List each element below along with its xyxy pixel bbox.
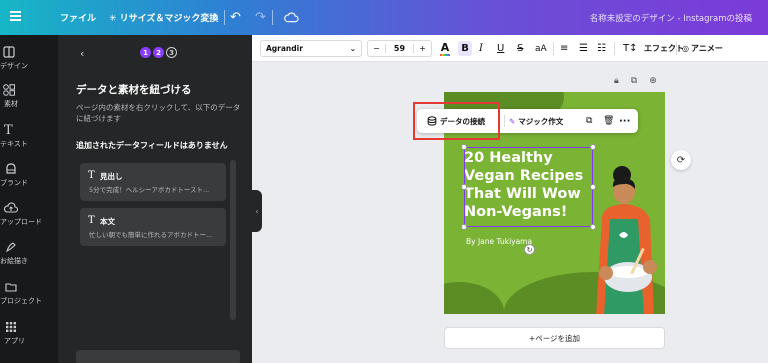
animate-label: アニメー — [690, 44, 723, 53]
layout-icon — [3, 46, 15, 58]
file-menu[interactable]: ファイル — [60, 0, 96, 35]
rail-item-brand[interactable]: ブランド — [0, 162, 58, 188]
resize-handle[interactable] — [461, 144, 467, 150]
chevron-down-icon: ⌄ — [349, 44, 356, 53]
animate-button[interactable]: ◎ アニメー — [682, 35, 723, 62]
rail-item-design[interactable]: デザイン — [0, 45, 58, 71]
resize-handle[interactable] — [590, 144, 596, 150]
decrease-size-button[interactable]: − — [368, 44, 385, 53]
list-icon[interactable]: ☰ — [579, 35, 588, 62]
rail-item-elements[interactable]: 素材 — [0, 83, 58, 109]
document-title[interactable]: 名称未設定のデザイン - Instagramの投稿 — [590, 0, 752, 35]
resize-handle[interactable] — [461, 184, 467, 190]
resize-handle[interactable] — [590, 184, 596, 190]
canva-editor: ファイル ✳ リサイズ＆マジック変換 ↶ ↷ 名称未設定のデザイン - Inst… — [0, 0, 768, 363]
animate-icon: ◎ — [682, 44, 689, 53]
data-field-card[interactable]: T 見出し 5分で完成！ヘルシーアボカドトースト... — [80, 163, 226, 201]
field-name: 本文 — [100, 217, 115, 226]
font-size-stepper[interactable]: − 59 + — [367, 40, 432, 57]
rail-item-text[interactable]: T テキスト — [0, 123, 58, 149]
numbered-list-icon[interactable]: ☷ — [597, 35, 606, 62]
redo-icon[interactable]: ↷ — [255, 0, 266, 35]
text-icon: T — [4, 123, 13, 138]
panel-scrollbar[interactable] — [230, 160, 236, 320]
case-icon[interactable]: aA — [535, 35, 547, 62]
topbar-divider — [272, 10, 273, 25]
decor-blob — [444, 282, 504, 314]
panel-title: データと素材を紐づける — [76, 84, 192, 96]
rotate-handle-icon[interactable]: ↻ — [524, 244, 535, 255]
bold-icon[interactable]: B — [458, 41, 472, 56]
duplicate-page-icon[interactable]: ⧉ — [631, 76, 637, 86]
text-icon: T — [88, 170, 95, 181]
rail-item-apps[interactable]: アプリ — [0, 320, 58, 346]
topbar-divider — [224, 10, 225, 25]
lock-icon[interactable]: 🔒︎ — [614, 76, 619, 86]
magic-write-label: マジック作文 — [518, 116, 564, 126]
more-icon[interactable]: ··· — [619, 109, 630, 133]
magic-wand-icon: ✎ — [509, 116, 516, 126]
increase-size-button[interactable]: + — [414, 44, 431, 53]
font-name: Agrandir — [266, 44, 303, 53]
step-3: 3 — [166, 47, 177, 58]
toolbar-divider — [676, 42, 677, 55]
step-indicator: 1 2 3 — [140, 47, 177, 58]
panel-subtitle: 追加されたデータフィールドはありません — [76, 141, 228, 150]
trash-icon[interactable]: 🗑︎ — [603, 109, 614, 133]
panel-bottom-button[interactable] — [76, 350, 240, 363]
align-icon[interactable]: ≡ — [560, 35, 568, 62]
font-dropdown[interactable]: Agrandir ⌄ — [260, 40, 362, 57]
underline-icon[interactable]: U — [497, 35, 504, 62]
left-rail: デザイン 素材 T テキスト ブランド アップロード お絵描き プロジェクト ア — [0, 35, 58, 363]
cloud-check-icon[interactable] — [284, 11, 299, 23]
copy-icon[interactable]: ⧉ — [586, 109, 592, 133]
toolbar-divider — [553, 42, 554, 55]
menu-icon[interactable] — [10, 11, 21, 21]
collapse-panel-handle[interactable]: ‹ — [252, 190, 262, 232]
toolbar-divider — [614, 42, 615, 55]
field-preview: 忙しい朝でも簡単に作れるアボカドトー... — [89, 231, 213, 239]
refresh-icon[interactable]: ⟳ — [671, 150, 691, 170]
spacing-icon[interactable]: T↕ — [623, 35, 638, 62]
rail-item-projects[interactable]: プロジェクト — [0, 280, 58, 306]
undo-icon[interactable]: ↶ — [230, 0, 241, 35]
add-page-button[interactable]: +ページを追加 — [444, 327, 665, 349]
folder-icon — [5, 283, 17, 292]
highlight-annotation — [413, 102, 500, 140]
upload-icon — [4, 202, 18, 213]
back-icon[interactable]: ‹ — [80, 47, 84, 60]
add-page-icon[interactable]: ⊕ — [649, 76, 657, 86]
top-bar: ファイル ✳ リサイズ＆マジック変換 ↶ ↷ 名称未設定のデザイン - Inst… — [0, 0, 768, 35]
data-field-card[interactable]: T 本文 忙しい朝でも簡単に作れるアボカドトー... — [80, 208, 226, 246]
canvas-area: 🔒︎ ⧉ ⊕ 20 Healthy Vegan Recipes That Wil… — [262, 62, 768, 363]
rail-item-draw[interactable]: お絵描き — [0, 240, 58, 266]
selection-box[interactable] — [461, 144, 596, 230]
italic-icon[interactable]: I — [479, 35, 483, 62]
strikethrough-icon[interactable]: S — [517, 35, 523, 62]
brand-icon — [6, 163, 16, 174]
magic-write-button[interactable]: ✎ マジック作文 — [509, 109, 563, 133]
text-icon: T — [88, 215, 95, 226]
step-2: 2 — [153, 47, 164, 58]
resize-handle[interactable] — [461, 224, 467, 230]
resize-handle[interactable] — [590, 224, 596, 230]
page-actions: 🔒︎ ⧉ ⊕ — [614, 76, 657, 86]
resize-magic-button[interactable]: ✳ リサイズ＆マジック変換 — [109, 0, 218, 35]
rail-item-upload[interactable]: アップロード — [0, 201, 58, 227]
toolbar-divider — [504, 115, 505, 127]
byline-text[interactable]: By Jane Tukiyama — [466, 237, 532, 246]
draw-icon — [6, 242, 16, 253]
text-color-icon[interactable]: A — [440, 35, 450, 62]
effects-button[interactable]: エフェクト — [644, 35, 684, 62]
elements-icon — [3, 84, 15, 96]
apps-icon — [6, 322, 16, 332]
text-format-toolbar: Agrandir ⌄ − 59 + A B I U S aA ≡ ☰ ☷ T↕ … — [252, 35, 768, 62]
data-connect-panel: ‹ 1 2 3 データと素材を紐づける ページ内の素材を右クリックして、以下のデ… — [58, 35, 252, 363]
font-size-input[interactable]: 59 — [384, 44, 415, 53]
panel-description: ページ内の素材を右クリックして、以下のデータに紐づけます — [76, 103, 241, 123]
step-1: 1 — [140, 47, 151, 58]
field-preview: 5分で完成！ヘルシーアボカドトースト... — [89, 186, 210, 194]
chef-illustration[interactable] — [584, 157, 665, 314]
field-name: 見出し — [100, 172, 123, 181]
